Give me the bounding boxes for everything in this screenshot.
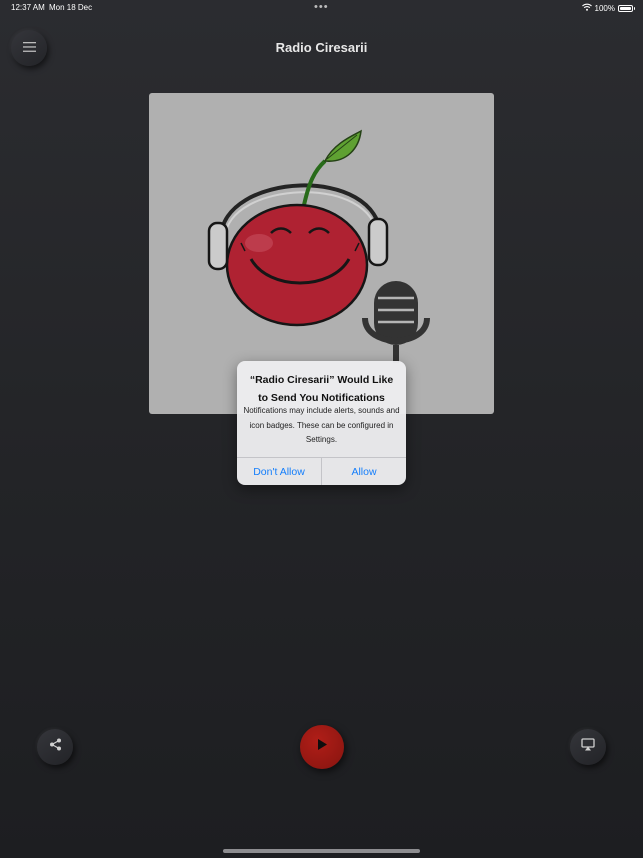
status-indicators: 100% xyxy=(581,3,635,13)
page-title: Radio Ciresarii xyxy=(275,40,368,55)
status-bar: 12:37 AM Mon 18 Dec ••• 100% xyxy=(0,0,643,16)
status-time: 12:37 AM xyxy=(11,3,45,12)
airplay-icon xyxy=(581,738,595,756)
multitasking-dots-icon[interactable]: ••• xyxy=(314,1,329,13)
alert-message: Notifications may include alerts, sounds… xyxy=(243,406,400,444)
status-date: Mon 18 Dec xyxy=(49,3,93,12)
battery-percent: 100% xyxy=(594,3,615,13)
notification-permission-alert: “Radio Ciresarii” Would Like to Send You… xyxy=(237,361,406,485)
battery-icon xyxy=(618,4,635,12)
home-indicator[interactable] xyxy=(223,849,420,853)
play-icon xyxy=(316,738,328,756)
wifi-icon xyxy=(581,3,592,13)
allow-button[interactable]: Allow xyxy=(321,458,406,485)
airplay-button[interactable] xyxy=(570,729,606,765)
dont-allow-button[interactable]: Don't Allow xyxy=(237,458,321,485)
share-icon xyxy=(49,738,62,756)
share-button[interactable] xyxy=(37,729,73,765)
alert-actions: Don't Allow Allow xyxy=(237,457,406,485)
play-button[interactable] xyxy=(300,725,344,769)
alert-title: “Radio Ciresarii” Would Like to Send You… xyxy=(249,374,394,404)
